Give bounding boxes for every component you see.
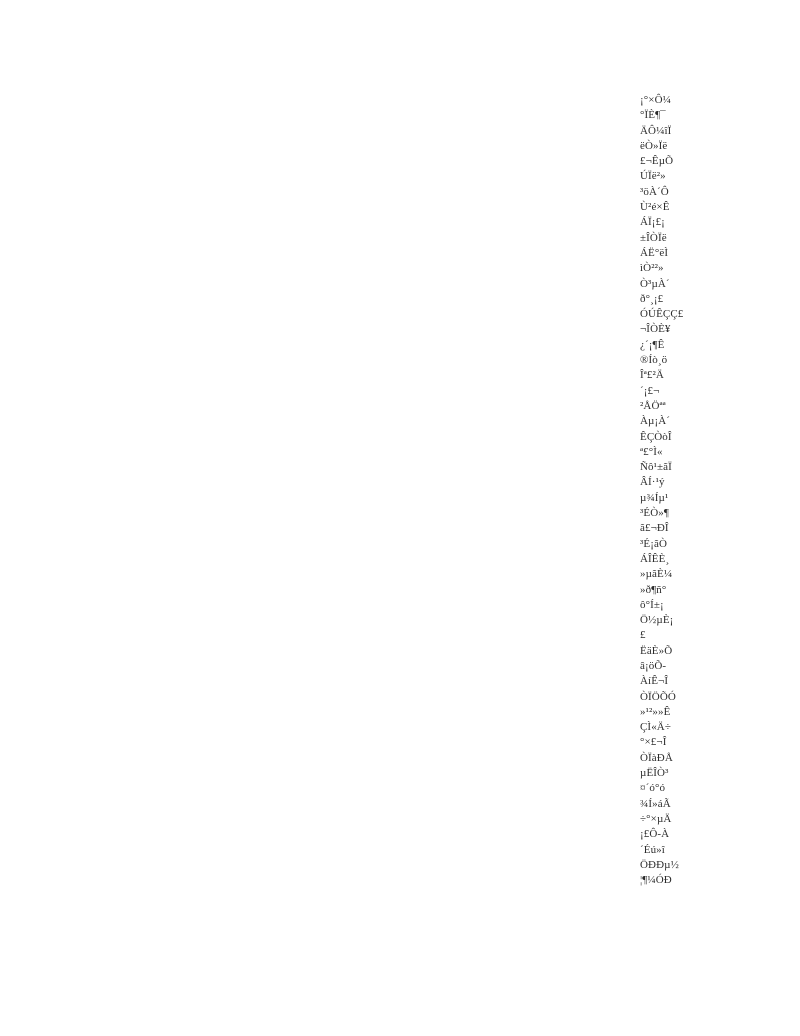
text-line: ËäÈ»Õ	[640, 644, 673, 657]
document-page: ¡°×Ô¼ °ÏÈ¶¯ ÄÔ¼îÏ ëÒ»Ïë £¬ÊµÕ ÚÏë²» ³öÀ´Ô Ù²é×Ê…	[0, 0, 800, 1036]
text-line: Îª£²Ä	[640, 369, 664, 382]
text-line: °×£¬Î	[640, 736, 667, 749]
text-line: ³öÀ´Ô	[640, 185, 669, 198]
text-line: ÄÔ¼îÏ	[640, 124, 672, 137]
text-line: ÀíÊ¬Î	[640, 675, 669, 688]
text-line: £¬ÊµÕ	[640, 155, 674, 168]
text-line: ð°¸¡£	[640, 292, 664, 305]
text-line: ¦¶¼ÓÐ	[640, 874, 672, 887]
text-line: ´Éú»î	[640, 843, 665, 856]
text-line: »µãÈ¼	[640, 568, 673, 581]
text-line: ÷°×µÄ	[640, 812, 672, 825]
text-line: Ö½µÈ¡	[640, 614, 674, 627]
text-line: ®Íò¸ö	[640, 354, 668, 367]
text-line: »¹²»»Ê	[640, 705, 671, 718]
text-line: Àµ¡À´	[640, 415, 671, 428]
text-line: Ñô¹±ãÏ	[640, 461, 672, 474]
text-line: ìÒ²²»	[640, 262, 664, 275]
text-line: ²ÅÖªª	[640, 399, 666, 412]
text-line: ´¡£¬	[640, 384, 660, 397]
text-line: ã£¬ÐÎ	[640, 522, 669, 535]
text-line: £	[640, 629, 646, 642]
text-line: ³É¡ãÒ	[640, 537, 668, 550]
text-line: ÓÚÊÇÇ£	[640, 308, 684, 321]
text-line: ëÒ»Ïë	[640, 139, 668, 152]
text-line: »ð¶ñ°	[640, 583, 667, 596]
text-line: ÂÍ·¹ý	[640, 476, 665, 489]
text-line: ÒÏÖÕÓ	[640, 690, 676, 703]
text-line: ¾Í»áÃ	[640, 797, 671, 810]
text-line: ÁË°ëÌ	[640, 246, 669, 259]
text-line: ª£°Ì«	[640, 445, 663, 458]
text-line: ÁÏ¡£¡	[640, 216, 665, 229]
text-line: ³ÉÒ»¶	[640, 507, 669, 520]
text-line: ¬ÎÒÈ¥	[640, 323, 671, 336]
text-line: ÊÇÒòÎ	[640, 430, 672, 443]
text-line: Ù²é×Ê	[640, 201, 670, 214]
text-line: ÇÌ«Ä÷	[640, 721, 671, 734]
text-line: µ¾Íµ¹	[640, 491, 669, 504]
text-line: â¡öÕ-	[640, 659, 667, 672]
text-line: ô°Í±¡	[640, 598, 664, 611]
text-line: ¡£Ô-À	[640, 828, 670, 841]
text-column: ¡°×Ô¼ °ÏÈ¶¯ ÄÔ¼îÏ ëÒ»Ïë £¬ÊµÕ ÚÏë²» ³öÀ´Ô Ù²é×Ê…	[640, 93, 696, 888]
text-line: ÁÎÊÈ¸	[640, 552, 670, 565]
text-line: °ÏÈ¶¯	[640, 109, 666, 122]
text-line: Ò³µÀ´	[640, 277, 670, 290]
text-line: µËÎÒ³	[640, 767, 669, 780]
text-line: ±ÎÒÏë	[640, 231, 667, 244]
text-line: ÖÐÐµ½	[640, 858, 679, 871]
text-line: ¤´ó°ó	[640, 782, 666, 795]
text-line: ÒÏàÐÅ	[640, 751, 673, 764]
text-line: ÚÏë²»	[640, 170, 666, 183]
text-line: ¿´¡¶Ê	[640, 338, 665, 351]
text-line: ¡°×Ô¼	[640, 94, 671, 106]
